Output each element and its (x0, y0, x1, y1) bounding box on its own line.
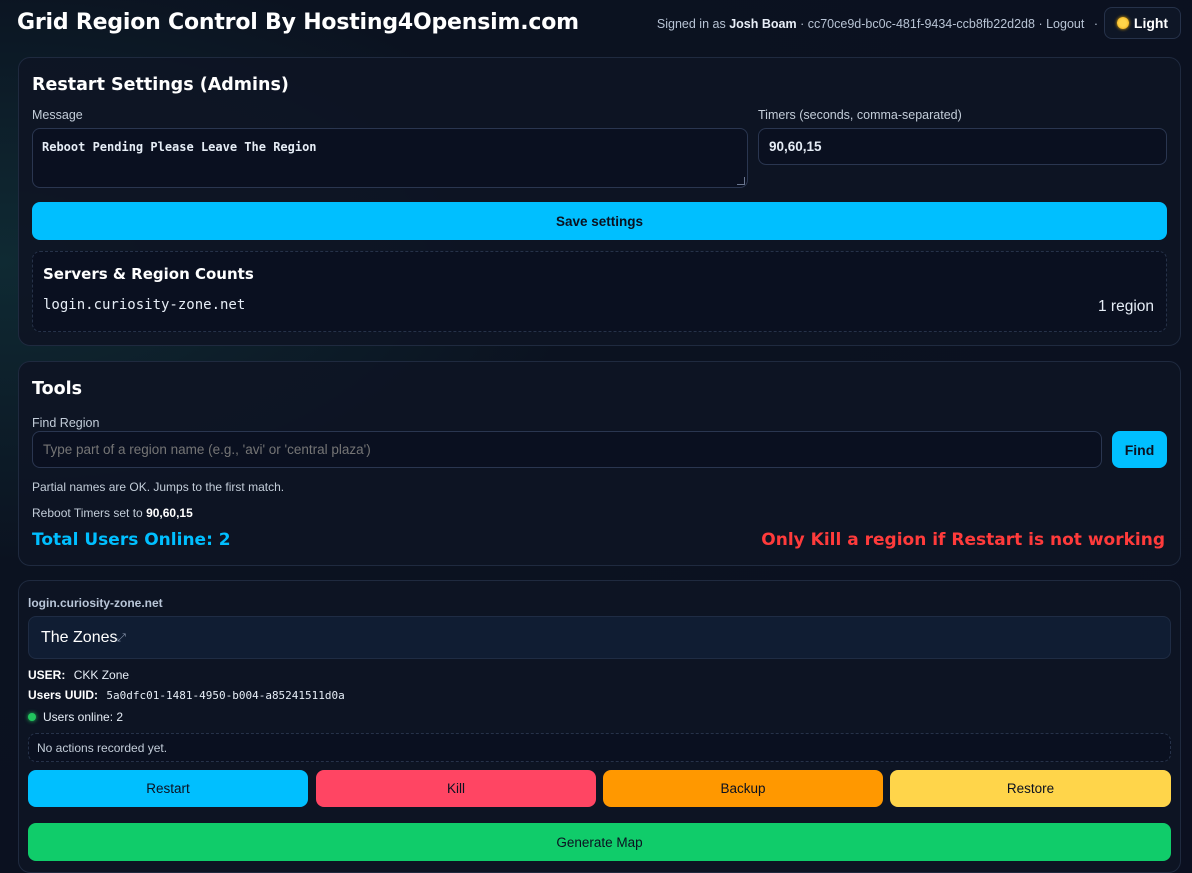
region-name-bar[interactable]: The Zones ⤢ (28, 616, 1171, 659)
region-uuid-row: Users UUID: 5a0dfc01-1481-4950-b004-a852… (28, 688, 345, 702)
region-server-name: login.curiosity-zone.net (28, 596, 163, 610)
signed-in-user-name: Josh Boam (729, 17, 797, 31)
theme-toggle-button[interactable]: Light (1104, 7, 1181, 39)
tools-card: Tools Find Region Find Partial names are… (18, 361, 1181, 566)
save-settings-button[interactable]: Save settings (32, 202, 1167, 240)
servers-title: Servers & Region Counts (43, 265, 254, 283)
timers-value: 90,60,15 (769, 139, 822, 154)
timers-input[interactable]: 90,60,15 (758, 128, 1167, 165)
users-online-text: Users online: 2 (43, 710, 124, 724)
users-online-row: Users online: 2 (28, 710, 123, 724)
message-label: Message (32, 108, 83, 122)
region-user-row: USER: CKK Zone (28, 668, 129, 682)
sun-icon (1116, 17, 1129, 29)
uuid-label: Users UUID: (28, 688, 99, 702)
actions-log-panel: No actions recorded yet. (28, 733, 1171, 762)
signed-in-user-uuid: cc70ce9d-bc0c-481f-9434-ccb8fb22d2d8 (807, 17, 1035, 31)
separator-dot: · (1093, 17, 1098, 31)
restart-settings-title: Restart Settings (Admins) (32, 75, 289, 95)
signed-in-info: Signed in as Josh Boam · cc70ce9d-bc0c-4… (657, 17, 1098, 31)
find-button[interactable]: Find (1112, 431, 1167, 468)
top-bar: Grid Region Control By Hosting4Opensim.c… (0, 0, 1192, 48)
user-value: CKK Zone (73, 668, 130, 682)
actions-log-text: No actions recorded yet. (37, 741, 168, 755)
message-textarea[interactable]: Reboot Pending Please Leave The Region (32, 128, 748, 188)
uuid-value: 5a0dfc01-1481-4950-b004-a85241511d0a (106, 689, 345, 702)
logout-link[interactable]: Logout (1046, 17, 1084, 31)
message-value: Reboot Pending Please Leave The Region (42, 140, 317, 154)
separator-dot: · (800, 17, 805, 31)
restart-button[interactable]: Restart (28, 770, 308, 807)
theme-toggle-label: Light (1133, 15, 1169, 31)
find-hint-text: Partial names are OK. Jumps to the first… (32, 480, 285, 494)
find-region-input[interactable] (32, 431, 1102, 468)
generate-map-button[interactable]: Generate Map (28, 823, 1171, 861)
reboot-timers-prefix: Reboot Timers set to (32, 506, 143, 520)
backup-button[interactable]: Backup (603, 770, 883, 807)
region-card: login.curiosity-zone.net The Zones ⤢ USE… (18, 580, 1181, 873)
resize-grip-icon[interactable] (737, 177, 745, 185)
external-link-icon[interactable]: ⤢ (117, 632, 126, 645)
servers-region-counts-panel: Servers & Region Counts login.curiosity-… (32, 251, 1167, 332)
app-title: Grid Region Control By Hosting4Opensim.c… (17, 10, 579, 35)
restore-button[interactable]: Restore (890, 770, 1171, 807)
total-users-online: Total Users Online: 2 (32, 530, 231, 550)
kill-warning-text: Only Kill a region if Restart is not wor… (761, 530, 1165, 550)
server-region-count: 1 region (1097, 298, 1154, 315)
find-region-label: Find Region (32, 416, 100, 430)
user-label: USER: (28, 668, 66, 682)
restart-settings-card: Restart Settings (Admins) Message Reboot… (18, 57, 1181, 346)
signed-in-prefix: Signed in as (656, 17, 726, 31)
timers-label: Timers (seconds, comma-separated) (758, 108, 962, 122)
online-status-dot-icon (28, 713, 36, 721)
tools-title: Tools (32, 379, 83, 399)
region-name: The Zones (41, 629, 118, 646)
server-host: login.curiosity-zone.net (43, 297, 246, 313)
separator-dot: · (1038, 17, 1043, 31)
reboot-timers-value: 90,60,15 (146, 506, 193, 520)
reboot-timers-text: Reboot Timers set to 90,60,15 (32, 506, 193, 520)
kill-button[interactable]: Kill (316, 770, 596, 807)
